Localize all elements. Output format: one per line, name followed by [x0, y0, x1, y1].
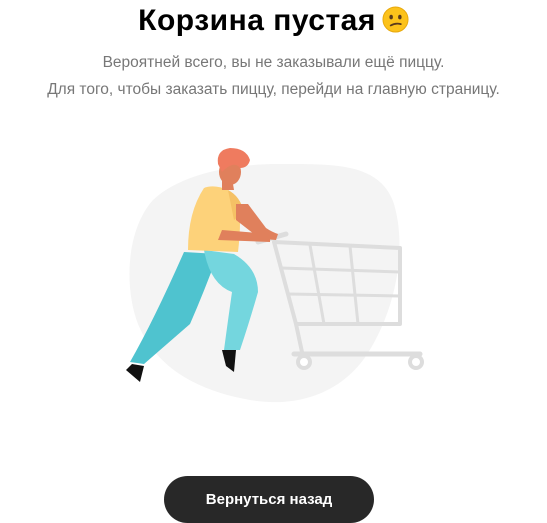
background-blob — [129, 163, 400, 403]
confused-face-icon — [382, 6, 409, 33]
empty-cart-illustration — [118, 142, 438, 404]
page-title-text: Корзина пустая — [138, 4, 376, 37]
empty-cart-message-line-2: Для того, чтобы заказать пиццу, перейди … — [47, 81, 500, 98]
empty-cart-message-line-1: Вероятней всего, вы не заказывали ещё пи… — [102, 54, 445, 71]
back-button[interactable]: Вернуться назад — [164, 476, 374, 523]
page-title: Корзина пустая — [0, 4, 547, 38]
